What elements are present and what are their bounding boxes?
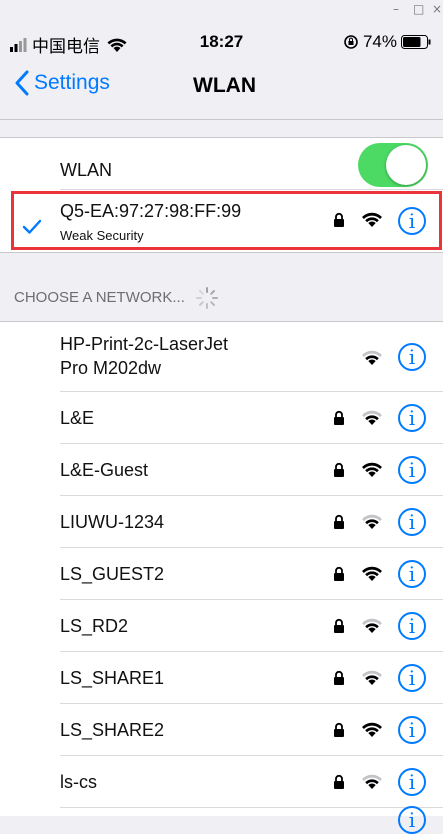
lock-icon bbox=[334, 722, 344, 737]
wifi-strong-icon bbox=[362, 566, 382, 581]
info-icon[interactable]: i bbox=[398, 343, 426, 371]
window-controls: – □ × bbox=[0, 0, 443, 22]
network-name: ls-cs bbox=[60, 772, 97, 792]
wifi-strong-icon bbox=[362, 462, 382, 477]
network-name: L&E bbox=[60, 408, 95, 428]
wifi-medium-icon bbox=[362, 618, 382, 633]
network-row-ls-share1[interactable]: LS_SHARE1 i bbox=[0, 652, 443, 704]
network-name: LS_GUEST2 bbox=[60, 564, 165, 584]
info-icon[interactable]: i bbox=[398, 508, 426, 536]
lock-icon bbox=[334, 670, 344, 685]
network-name: HP-Print-2c-LaserJet Pro M202dw bbox=[60, 334, 229, 378]
wifi-strong-icon bbox=[362, 722, 382, 737]
info-icon[interactable]: i bbox=[398, 560, 426, 588]
wifi-medium-icon bbox=[362, 514, 382, 529]
network-row-hp-print[interactable]: HP-Print-2c-LaserJet Pro M202dw i bbox=[0, 322, 443, 392]
info-icon[interactable]: i bbox=[398, 664, 426, 692]
network-row-ls-cs[interactable]: ls-cs i bbox=[0, 756, 443, 808]
section-header: CHOOSE A NETWORK... bbox=[14, 286, 219, 310]
network-row-ls-rd2[interactable]: LS_RD2 i bbox=[0, 600, 443, 652]
network-row-le-guest[interactable]: L&E-Guest i bbox=[0, 444, 443, 496]
network-name: LS_SHARE2 bbox=[60, 720, 165, 740]
network-name: L&E-Guest bbox=[60, 460, 149, 480]
network-row-ls-share2[interactable]: LS_SHARE2 i bbox=[0, 704, 443, 756]
battery-icon bbox=[401, 35, 431, 49]
lock-icon bbox=[334, 566, 344, 581]
network-name: LIUWU-1234 bbox=[60, 512, 165, 532]
close-button[interactable]: × bbox=[432, 2, 442, 16]
toggle-knob bbox=[386, 145, 426, 185]
lock-icon bbox=[334, 618, 344, 633]
back-button[interactable]: Settings bbox=[14, 70, 110, 96]
info-icon[interactable]: i bbox=[398, 456, 426, 484]
minimize-button[interactable]: – bbox=[393, 2, 399, 16]
orientation-lock-icon bbox=[344, 35, 358, 49]
network-name: LS_SHARE1 bbox=[60, 668, 165, 688]
info-icon[interactable]: i bbox=[398, 612, 426, 640]
info-icon[interactable]: i bbox=[398, 768, 426, 796]
wifi-medium-icon bbox=[362, 670, 382, 685]
wlan-label: WLAN bbox=[60, 160, 113, 180]
highlight-box bbox=[11, 191, 442, 250]
chevron-left-icon bbox=[15, 70, 29, 96]
network-row-ls-guest2[interactable]: LS_GUEST2 i bbox=[0, 548, 443, 600]
network-name: LS_RD2 bbox=[60, 616, 129, 636]
wifi-medium-icon bbox=[362, 350, 382, 365]
lock-icon bbox=[334, 514, 344, 529]
info-icon[interactable]: i bbox=[398, 404, 426, 432]
lock-icon bbox=[334, 462, 344, 477]
page-title: WLAN bbox=[193, 74, 256, 97]
lock-icon bbox=[334, 774, 344, 789]
network-row-liuwu[interactable]: LIUWU-1234 i bbox=[0, 496, 443, 548]
network-row-le[interactable]: L&E i bbox=[0, 392, 443, 444]
wifi-medium-icon bbox=[362, 774, 382, 789]
loading-spinner-icon bbox=[196, 287, 219, 309]
battery-percent: 74% bbox=[362, 32, 397, 51]
lock-icon bbox=[334, 410, 344, 425]
status-bar: 中国电信 18:27 74% bbox=[0, 30, 443, 56]
info-icon[interactable]: i bbox=[398, 806, 426, 834]
navigation-bar: Settings WLAN bbox=[0, 62, 443, 114]
maximize-button[interactable]: □ bbox=[413, 2, 424, 16]
wifi-medium-icon bbox=[362, 410, 382, 425]
back-button-label: Settings bbox=[34, 71, 110, 94]
info-icon[interactable]: i bbox=[398, 716, 426, 744]
wlan-toggle-switch[interactable] bbox=[358, 143, 428, 187]
